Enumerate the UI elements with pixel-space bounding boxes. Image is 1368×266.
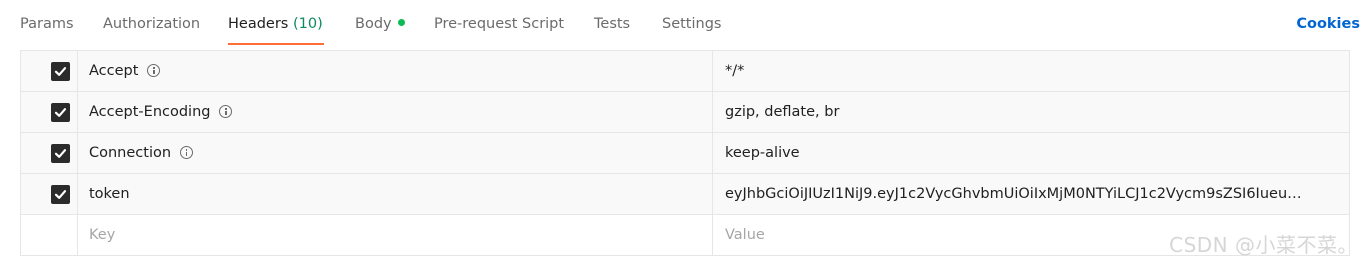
table-row: Accept-Encoding gzip, deflate, br — [20, 92, 1350, 133]
header-value: eyJhbGciOiJIUzI1NiJ9.eyJ1c2VycGhvbmUiOiI… — [725, 186, 1302, 202]
tab-params-label: Params — [20, 16, 74, 32]
tab-headers-label: Headers — [228, 16, 289, 32]
tab-body-label: Body — [355, 16, 392, 32]
info-icon[interactable] — [219, 105, 233, 118]
tab-body[interactable]: Body — [355, 0, 405, 48]
checkbox-cell — [21, 174, 78, 214]
active-tab-indicator — [228, 43, 324, 45]
checkmark-icon — [54, 149, 67, 158]
table-row: token eyJhbGciOiJIUzI1NiJ9.eyJ1c2VycGhvb… — [20, 174, 1350, 215]
header-enabled-checkbox[interactable] — [51, 185, 70, 204]
tab-settings-label: Settings — [662, 16, 722, 32]
header-key-cell[interactable]: Accept — [78, 51, 713, 91]
tab-headers-count: (10) — [292, 16, 323, 32]
header-value: */* — [725, 63, 745, 79]
header-enabled-checkbox[interactable] — [51, 103, 70, 122]
new-header-row — [20, 215, 1350, 256]
body-modified-dot-icon — [397, 19, 405, 26]
checkbox-cell — [21, 92, 78, 132]
table-row: Connection keep-alive — [20, 133, 1350, 174]
info-icon[interactable] — [147, 64, 161, 77]
checkbox-cell — [21, 215, 78, 255]
checkbox-cell — [21, 133, 78, 173]
tab-pre-request-script-label: Pre-request Script — [434, 16, 565, 32]
checkbox-cell — [21, 51, 78, 91]
tab-tests-label: Tests — [594, 16, 631, 32]
tab-settings[interactable]: Settings — [662, 0, 721, 48]
tab-authorization-label: Authorization — [103, 16, 201, 32]
header-value-cell[interactable]: */* — [713, 51, 1349, 91]
header-key-cell[interactable]: Connection — [78, 133, 713, 173]
cookies-link[interactable]: Cookies — [1296, 0, 1360, 48]
headers-table: Accept */* Accept-Encoding gzip, deflate… — [20, 50, 1350, 256]
tab-tests[interactable]: Tests — [594, 0, 630, 48]
new-key-input[interactable] — [78, 215, 712, 255]
header-key: Connection — [89, 145, 172, 161]
checkmark-icon — [54, 108, 67, 117]
header-value: gzip, deflate, br — [725, 104, 840, 120]
header-enabled-checkbox[interactable] — [51, 144, 70, 163]
watermark: CSDN @小菜不菜。 — [1169, 233, 1358, 257]
tab-headers[interactable]: Headers (10) — [228, 0, 323, 48]
request-editor: Params Authorization Headers (10) Body P… — [0, 0, 1368, 266]
info-icon[interactable] — [180, 146, 194, 159]
tab-params[interactable]: Params — [20, 0, 74, 48]
header-key-cell[interactable]: token — [78, 174, 713, 214]
header-key: Accept-Encoding — [89, 104, 211, 120]
header-key: token — [89, 186, 130, 202]
header-key-cell[interactable]: Accept-Encoding — [78, 92, 713, 132]
request-tabs: Params Authorization Headers (10) Body P… — [0, 0, 1368, 48]
header-enabled-checkbox[interactable] — [51, 62, 70, 81]
checkmark-icon — [54, 67, 67, 76]
header-value: keep-alive — [725, 145, 800, 161]
tab-pre-request-script[interactable]: Pre-request Script — [434, 0, 564, 48]
header-value-cell[interactable]: gzip, deflate, br — [713, 92, 1349, 132]
header-value-cell[interactable]: keep-alive — [713, 133, 1349, 173]
header-value-cell[interactable]: eyJhbGciOiJIUzI1NiJ9.eyJ1c2VycGhvbmUiOiI… — [713, 174, 1349, 214]
tab-authorization[interactable]: Authorization — [103, 0, 200, 48]
header-key: Accept — [89, 63, 139, 79]
table-row: Accept */* — [20, 51, 1350, 92]
checkmark-icon — [54, 190, 67, 199]
new-key-cell — [78, 215, 713, 255]
